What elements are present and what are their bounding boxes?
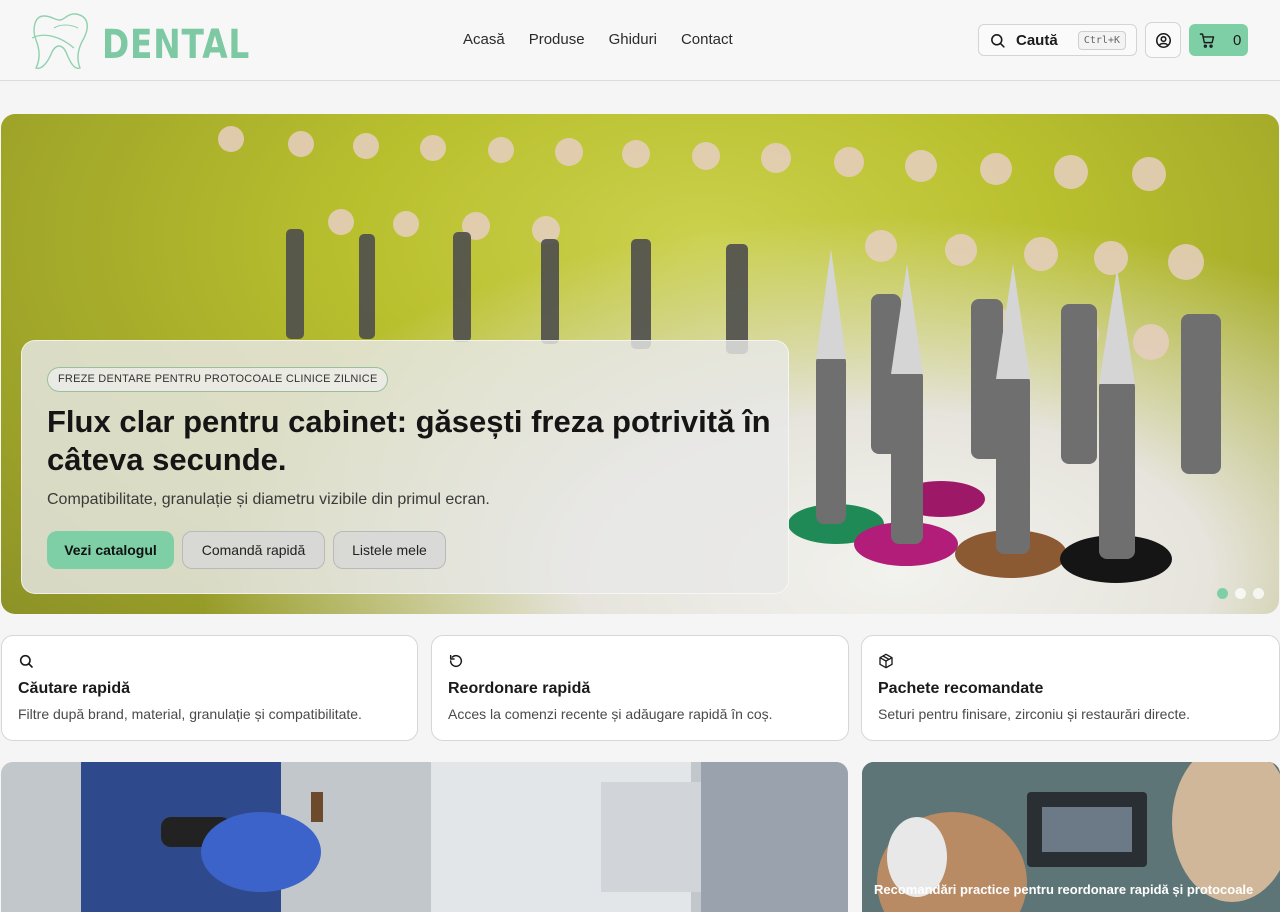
feature-card-quick-search[interactable]: Căutare rapidă Filtre după brand, materi… <box>1 635 418 741</box>
hero-banner: FREZE DENTARE PENTRU PROTOCOALE CLINICE … <box>1 114 1279 614</box>
my-lists-button[interactable]: Listele mele <box>333 531 446 569</box>
carousel-dots <box>1217 588 1264 599</box>
cart-button[interactable]: 0 <box>1189 24 1248 56</box>
feature-title: Pachete recomandate <box>878 680 1044 697</box>
nav-item-products[interactable]: Produse <box>529 31 585 48</box>
hero-subtitle: Compatibilitate, granulație și diametru … <box>47 491 490 508</box>
feature-title: Reordonare rapidă <box>448 680 591 697</box>
cart-count: 0 <box>1233 31 1242 49</box>
feature-description: Seturi pentru finisare, zirconiu și rest… <box>878 706 1191 722</box>
logo[interactable]: DENTAL <box>30 8 249 74</box>
cart-icon <box>1199 32 1215 48</box>
hero-card: FREZE DENTARE PENTRU PROTOCOALE CLINICE … <box>21 340 789 594</box>
carousel-dot-2[interactable] <box>1235 588 1246 599</box>
main-nav: Acasă Produse Ghiduri Contact <box>463 31 733 48</box>
carousel-dot-1[interactable] <box>1217 588 1228 599</box>
promo-image-clinic[interactable] <box>1 762 848 912</box>
hero-title: Flux clar pentru cabinet: găsești freza … <box>47 404 771 477</box>
search-icon <box>19 654 33 668</box>
promo-caption: Recomandări practice pentru reordonare r… <box>874 882 1254 897</box>
quick-order-button[interactable]: Comandă rapidă <box>182 531 325 569</box>
feature-card-quick-reorder[interactable]: Reordonare rapidă Acces la comenzi recen… <box>431 635 849 741</box>
reorder-icon <box>449 654 463 668</box>
nav-item-guides[interactable]: Ghiduri <box>609 31 657 48</box>
nav-item-contact[interactable]: Contact <box>681 31 733 48</box>
user-circle-icon <box>1155 32 1171 48</box>
carousel-dot-3[interactable] <box>1253 588 1264 599</box>
search-icon <box>991 33 1005 48</box>
view-catalog-button[interactable]: Vezi catalogul <box>47 531 174 569</box>
search-shortcut: Ctrl+K <box>1077 31 1126 50</box>
hero-eyebrow-badge: FREZE DENTARE PENTRU PROTOCOALE CLINICE … <box>47 367 389 392</box>
feature-title: Căutare rapidă <box>18 680 131 697</box>
nav-item-home[interactable]: Acasă <box>463 31 505 48</box>
account-button[interactable] <box>1145 22 1181 58</box>
site-header: DENTAL Acasă Produse Ghiduri Contact Cau… <box>0 0 1280 81</box>
tooth-logo-icon <box>31 13 88 69</box>
search-label: Caută <box>1016 31 1058 49</box>
brand-name: DENTAL <box>102 22 251 68</box>
promo-image-consultation[interactable]: Recomandări practice pentru reordonare r… <box>862 762 1280 912</box>
feature-description: Acces la comenzi recente și adăugare rap… <box>448 706 773 722</box>
clinic-photo <box>1 762 848 912</box>
feature-card-recommended-packages[interactable]: Pachete recomandate Seturi pentru finisa… <box>861 635 1280 741</box>
search-button[interactable]: Caută Ctrl+K <box>978 24 1137 56</box>
feature-description: Filtre după brand, material, granulație … <box>18 706 362 722</box>
package-icon <box>879 653 893 669</box>
